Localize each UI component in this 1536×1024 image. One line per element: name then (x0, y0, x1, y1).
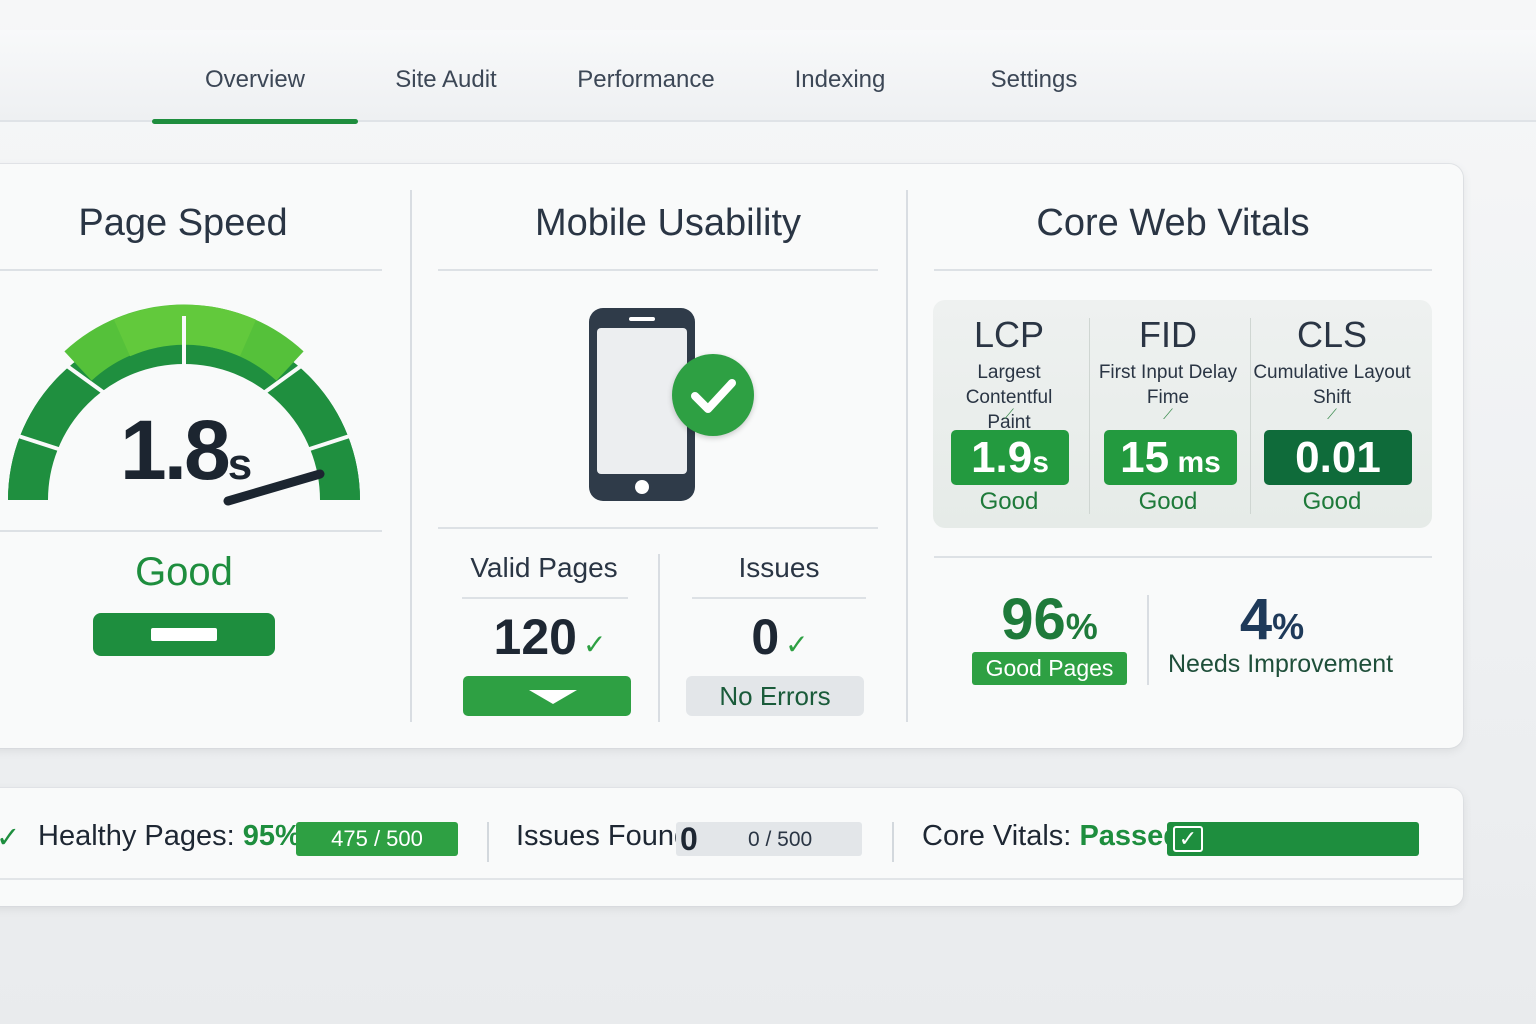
metric-value: 0.01 (1264, 430, 1412, 485)
issues-label: Issues (738, 552, 820, 583)
divider (892, 822, 894, 862)
metric-number: 1.9 (971, 433, 1033, 482)
issues-value: 0 ✓ (700, 608, 860, 666)
core-vitals-status: Core Vitals: Passed (922, 820, 1181, 853)
metric-number: 0.01 (1295, 433, 1381, 482)
check-circle-icon (672, 354, 754, 436)
divider (438, 269, 878, 271)
needs-improvement-percent: 4% (1239, 587, 1305, 652)
check-icon: ✓ (582, 629, 607, 660)
tick-icon: ⟋ (1004, 406, 1014, 422)
healthy-pages-count[interactable]: 475 / 500 (296, 822, 458, 856)
valid-pages-number: 120 (493, 609, 577, 665)
check-icon: ✓ (0, 822, 21, 854)
core-web-vitals-title: Core Web Vitals (1036, 202, 1310, 244)
valid-pages-expand-button[interactable] (463, 676, 631, 716)
metric-description: Largest Contentful Paint (934, 360, 1084, 435)
page-speed-unit: s (227, 440, 253, 489)
check-icon: ✓ (785, 629, 809, 660)
good-pages-number: 96 (1001, 587, 1066, 652)
valid-pages-label: Valid Pages (470, 552, 618, 583)
metric-description-line: Cumulative Layout (1253, 362, 1411, 383)
metric-abbr: CLS (1296, 314, 1368, 355)
metric-value: 1.9s (951, 430, 1069, 485)
chevron-down-icon (529, 690, 577, 704)
metric-description: First Input Delay Fime (1092, 360, 1244, 410)
tick-icon: ⟋ (1327, 406, 1337, 422)
divider (692, 597, 866, 599)
divider (658, 554, 660, 722)
tab-overview[interactable]: Overview (152, 30, 358, 124)
page-speed-number: 1.8 (120, 403, 231, 497)
dashboard-page: Overview Site Audit Performance Indexing… (0, 0, 1536, 1024)
metric-status: Good (979, 488, 1039, 515)
tab-settings[interactable]: Settings (974, 30, 1094, 122)
tab-site-audit[interactable]: Site Audit (376, 30, 516, 122)
page-speed-status-bar[interactable] (93, 613, 275, 656)
metric-status: Good (1302, 488, 1362, 515)
core-vitals-label: Core Vitals: (922, 820, 1072, 852)
metric-unit: s (1032, 446, 1049, 479)
column-divider (410, 190, 412, 722)
divider (934, 556, 1432, 558)
valid-pages-value: 120 ✓ (460, 608, 640, 666)
divider (0, 878, 1463, 880)
divider (462, 597, 628, 599)
metric-description-line: First Input Delay (1098, 362, 1238, 383)
metric-abbr: FID (1139, 314, 1197, 355)
divider (0, 530, 382, 532)
metric-number: 15 (1120, 433, 1170, 482)
metric-description: Cumulative Layout Shift (1252, 360, 1412, 410)
metric-status: Good (1138, 488, 1198, 515)
core-vitals-value: Passed (1079, 820, 1182, 852)
tab-performance[interactable]: Performance (566, 30, 726, 122)
metric-lcp[interactable]: LCP Largest Contentful Paint ⟋ 1.9s Good (934, 300, 1084, 528)
issues-number: 0 (751, 609, 780, 665)
divider (1089, 318, 1090, 514)
healthy-pages-value: 95% (242, 820, 301, 852)
tick-icon: ⟋ (1163, 406, 1173, 422)
core-vitals-bar[interactable]: ✓ (1167, 822, 1419, 856)
divider (487, 822, 489, 862)
issues-found-bar[interactable]: 0 0 / 500 (676, 822, 862, 856)
minus-icon (151, 628, 217, 641)
tab-indexing[interactable]: Indexing (780, 30, 900, 122)
metric-description-line: Largest Contentful (965, 362, 1053, 408)
metric-abbr: LCP (973, 314, 1045, 355)
mobile-usability-title: Mobile Usability (534, 202, 802, 244)
healthy-pages: Healthy Pages: 95% (38, 820, 301, 853)
divider (1147, 595, 1149, 685)
metric-cls[interactable]: CLS Cumulative Layout Shift ⟋ 0.01 Good (1252, 300, 1412, 528)
checkbox-check-icon: ✓ (1173, 826, 1203, 852)
metric-fid[interactable]: FID First Input Delay Fime ⟋ 15 ms Good (1092, 300, 1244, 528)
divider (934, 269, 1432, 271)
issues-found-label: Issues Found: (516, 820, 699, 852)
good-pages-badge[interactable]: Good Pages (972, 652, 1127, 685)
page-speed-title: Page Speed (78, 202, 288, 244)
metric-unit: ms (1169, 446, 1221, 479)
issues-found-count: 0 / 500 (748, 828, 813, 851)
page-speed-status: Good (135, 550, 233, 594)
needs-improvement-label[interactable]: Needs Improvement (1168, 650, 1393, 679)
divider (0, 269, 382, 271)
metric-value: 15 ms (1104, 430, 1237, 485)
top-nav: Overview Site Audit Performance Indexing… (0, 30, 1536, 124)
divider (1250, 318, 1251, 514)
issues-found-value: 0 (680, 821, 698, 857)
page-speed-value: 1.8s (120, 402, 252, 499)
needs-improvement-number: 4 (1239, 587, 1273, 652)
no-errors-badge[interactable]: No Errors (686, 676, 864, 716)
good-pages-percent: 96% (1001, 587, 1098, 652)
column-divider (906, 190, 908, 722)
healthy-pages-label: Healthy Pages: (38, 820, 235, 852)
divider (438, 527, 878, 529)
